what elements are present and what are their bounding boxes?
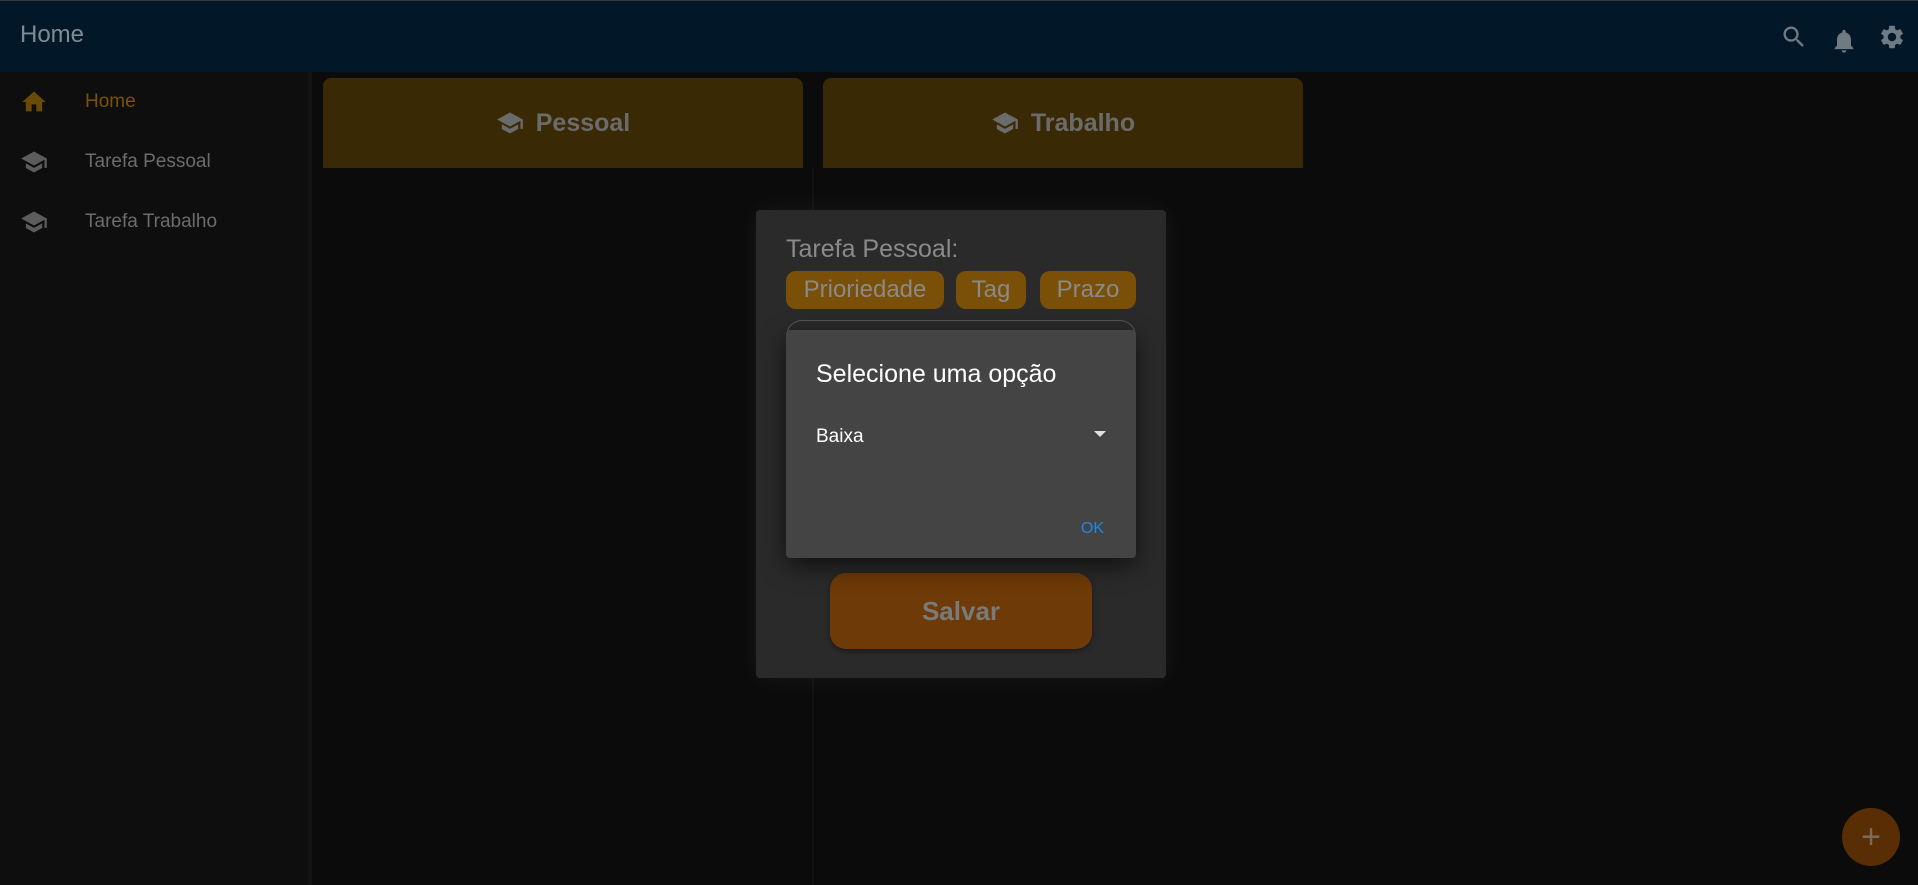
sidebar-item-label: Tarefa Trabalho xyxy=(85,211,218,232)
category-card-trabalho[interactable]: Trabalho xyxy=(823,78,1303,168)
sidebar-item-label: Home xyxy=(85,91,136,112)
chevron-down-icon xyxy=(1094,431,1106,437)
category-label: Pessoal xyxy=(535,108,631,137)
priority-select[interactable]: Baixa xyxy=(816,422,1106,452)
home-icon xyxy=(20,88,48,116)
chip-prazo[interactable]: Prazo xyxy=(1040,271,1136,309)
sidebar-item-home[interactable]: Home xyxy=(0,78,312,126)
category-card-pessoal[interactable]: Pessoal xyxy=(323,78,803,168)
sidebar-item-label: Tarefa Pessoal xyxy=(85,151,211,172)
form-title: Tarefa Pessoal: xyxy=(786,235,959,263)
gear-icon[interactable] xyxy=(1878,23,1906,51)
selected-value: Baixa xyxy=(816,426,864,447)
select-option-dialog: Selecione uma opção Baixa OK xyxy=(786,330,1136,558)
school-icon xyxy=(20,208,48,236)
chip-tag[interactable]: Tag xyxy=(956,271,1026,309)
search-icon[interactable] xyxy=(1780,23,1808,51)
plus-icon: + xyxy=(1861,818,1881,856)
chip-prioridade[interactable]: Prioriedade xyxy=(786,271,944,309)
school-icon xyxy=(991,109,1019,137)
save-button[interactable]: Salvar xyxy=(830,573,1092,649)
bell-icon[interactable] xyxy=(1830,27,1858,55)
add-fab-button[interactable]: + xyxy=(1842,808,1900,866)
ok-button[interactable]: OK xyxy=(1081,520,1104,538)
page-title: Home xyxy=(20,21,85,48)
app-bar: Home xyxy=(0,0,1918,72)
sidebar-item-tarefa-pessoal[interactable]: Tarefa Pessoal xyxy=(0,138,312,186)
sidebar: Home Tarefa Pessoal Tarefa Trabalho xyxy=(0,72,312,885)
school-icon xyxy=(20,148,48,176)
dialog-title: Selecione uma opção xyxy=(816,360,1057,388)
category-label: Trabalho xyxy=(1030,108,1136,137)
sidebar-item-tarefa-trabalho[interactable]: Tarefa Trabalho xyxy=(0,198,312,246)
school-icon xyxy=(496,109,524,137)
